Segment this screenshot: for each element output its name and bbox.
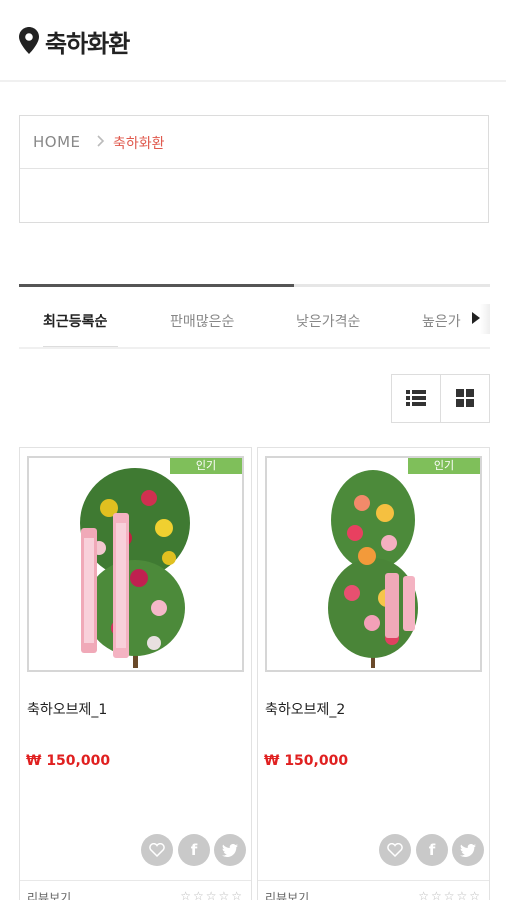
rating-stars: ☆☆☆☆☆ — [418, 889, 482, 900]
heart-icon[interactable] — [379, 834, 411, 866]
rating-stars: ☆☆☆☆☆ — [180, 889, 244, 900]
product-price: ₩ 150,000 — [26, 753, 111, 769]
card-divider — [258, 880, 489, 881]
product-card[interactable]: 인기 축하오브제_1 ₩ 150,000 f 리뷰보기 ☆☆☆☆☆ — [19, 447, 252, 900]
tab-highest-price[interactable]: 높은가 — [422, 311, 461, 331]
twitter-icon[interactable] — [214, 834, 246, 866]
share-icons: f — [379, 834, 489, 866]
page-header: 축하화환 — [0, 0, 506, 82]
heart-icon[interactable] — [141, 834, 173, 866]
product-name[interactable]: 축하오브제_1 — [27, 699, 107, 719]
tab-lowest-price[interactable]: 낮은가격순 — [296, 311, 360, 331]
popular-badge: 인기 — [170, 458, 242, 474]
tab-recent[interactable]: 최근등록순 — [43, 311, 107, 331]
page-title: 축하화환 — [45, 30, 130, 58]
flower-wreath-image — [328, 470, 418, 668]
tabs-fade — [480, 304, 490, 334]
grid-view-icon — [456, 389, 474, 407]
location-pin-icon — [19, 27, 39, 54]
product-card[interactable]: 인기 축하오브제_2 ₩ 150,000 f 리뷰보기 ☆☆☆☆☆ — [257, 447, 490, 900]
list-view-button[interactable] — [392, 375, 441, 422]
facebook-icon[interactable]: f — [416, 834, 448, 866]
tabs-bottom-divider — [19, 347, 490, 349]
product-image[interactable]: 인기 — [27, 456, 244, 672]
chevron-right-icon — [97, 135, 105, 147]
flower-wreath-image — [80, 468, 190, 668]
facebook-icon[interactable]: f — [178, 834, 210, 866]
breadcrumb-home-link[interactable]: HOME — [33, 133, 81, 151]
popular-badge: 인기 — [408, 458, 480, 474]
share-icons: f — [141, 834, 251, 866]
sort-tabs: 최근등록순 판매많은순 낮은가격순 높은가 — [19, 284, 490, 350]
product-image[interactable]: 인기 — [265, 456, 482, 672]
breadcrumb-box: HOME 축하화환 — [19, 115, 489, 223]
review-link[interactable]: 리뷰보기 — [265, 889, 309, 900]
list-view-icon — [406, 390, 426, 406]
product-name[interactable]: 축하오브제_2 — [265, 699, 345, 719]
breadcrumb: HOME 축하화환 — [20, 116, 488, 169]
twitter-icon[interactable] — [452, 834, 484, 866]
view-toggle — [391, 374, 490, 423]
card-divider — [20, 880, 251, 881]
tab-bestselling[interactable]: 판매많은순 — [170, 311, 234, 331]
product-price: ₩ 150,000 — [264, 753, 349, 769]
grid-view-button[interactable] — [441, 375, 490, 422]
tabs-active-indicator — [19, 284, 294, 287]
breadcrumb-current[interactable]: 축하화환 — [113, 133, 165, 153]
triangle-right-icon[interactable] — [471, 312, 480, 324]
review-link[interactable]: 리뷰보기 — [27, 889, 71, 900]
